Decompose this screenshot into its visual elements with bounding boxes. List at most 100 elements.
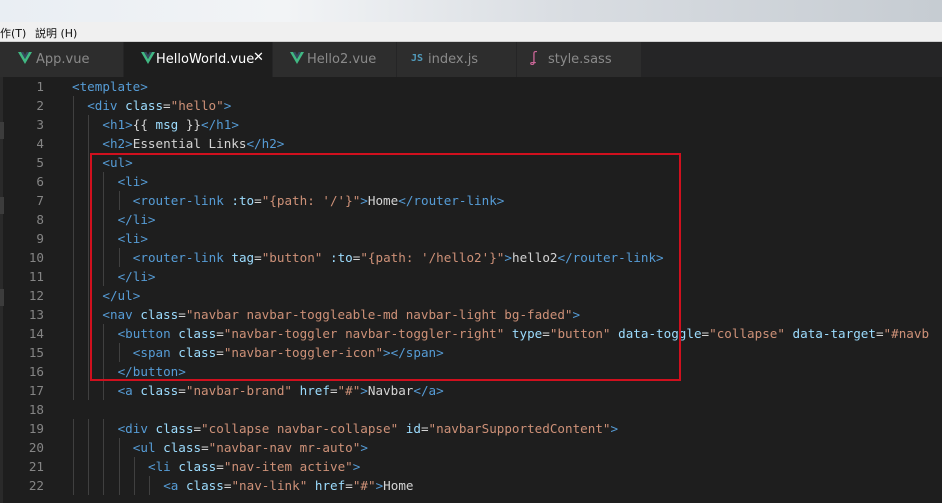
code-token: <ul bbox=[132, 440, 164, 455]
code-line[interactable]: 17 <a class="navbar-brand" href="#">Navba… bbox=[0, 381, 942, 400]
code-token: "hello" bbox=[170, 98, 224, 113]
indent-guide bbox=[133, 457, 135, 476]
code-token: <h2> bbox=[102, 136, 133, 151]
code-token: > bbox=[360, 383, 368, 398]
code-token: = bbox=[193, 421, 202, 436]
code-token: class bbox=[140, 383, 179, 398]
code-token: = bbox=[216, 459, 224, 474]
indent-guide bbox=[73, 96, 74, 115]
line-number: 16 bbox=[28, 364, 44, 379]
code-token: > bbox=[352, 459, 361, 474]
code-line[interactable]: 20 <ul class="navbar-nav mr-auto"> bbox=[0, 438, 942, 457]
indent-guide bbox=[73, 381, 74, 400]
code-token: = bbox=[178, 383, 186, 398]
code-token: class bbox=[155, 421, 194, 436]
menu-bar: 作(T) 説明 (H) bbox=[0, 22, 942, 42]
code-token: Navbar bbox=[367, 383, 414, 398]
tab-bar: App.vue HelloWorld.vue ✕ Hello2.vue JS i… bbox=[0, 42, 942, 77]
indent-guide bbox=[88, 381, 90, 400]
code-editor[interactable]: 1 <template> 2 <div class="hello"> 3 <h1>{{ m… bbox=[0, 77, 942, 503]
code-line[interactable]: 19 <div class="collapse navbar-collapse" … bbox=[0, 419, 942, 438]
code-token: Essential Links bbox=[132, 136, 247, 151]
indent-guide bbox=[88, 419, 90, 438]
code-token: class bbox=[163, 440, 202, 455]
code-token: = bbox=[420, 421, 429, 436]
line-number: 18 bbox=[28, 402, 44, 417]
tab-label: index.js bbox=[428, 52, 479, 67]
menu-item-tools[interactable]: 作(T) bbox=[0, 25, 26, 41]
line-number: 10 bbox=[28, 250, 44, 265]
tab-hello2-vue[interactable]: Hello2.vue bbox=[273, 42, 397, 77]
code-token: "navbar-nav mr-auto" bbox=[208, 440, 361, 455]
indent-guide bbox=[103, 476, 105, 495]
tab-label: HelloWorld.vue bbox=[156, 52, 255, 67]
code-text: <ul class="navbar-nav mr-auto"> bbox=[133, 438, 368, 457]
tab-app-vue[interactable]: App.vue bbox=[0, 42, 124, 77]
tab-label: App.vue bbox=[36, 52, 90, 67]
indent-guide bbox=[73, 191, 74, 210]
code-token: Home bbox=[383, 478, 414, 493]
indent-guide bbox=[149, 476, 150, 495]
line-number: 5 bbox=[36, 155, 44, 170]
line-number: 12 bbox=[28, 288, 44, 303]
code-token: = bbox=[329, 383, 338, 398]
code-token: <div bbox=[87, 98, 126, 113]
indent-guide bbox=[88, 438, 90, 457]
tab-index-js[interactable]: JS index.js bbox=[397, 42, 517, 77]
indent-guide bbox=[73, 343, 74, 362]
code-token: <a bbox=[163, 478, 186, 493]
tab-helloworld-vue[interactable]: HelloWorld.vue ✕ bbox=[124, 42, 273, 77]
code-line[interactable]: 21 <li class="nav-item active"> bbox=[0, 457, 942, 476]
code-line[interactable]: 22 <a class="nav-link" href="#">Home bbox=[0, 476, 942, 495]
code-line[interactable]: 1 <template> bbox=[0, 77, 942, 96]
indent-guide bbox=[73, 115, 74, 134]
code-token: href bbox=[299, 383, 330, 398]
code-token: > bbox=[610, 421, 619, 436]
code-token: "collapse" bbox=[709, 326, 785, 341]
close-icon[interactable]: ✕ bbox=[253, 50, 264, 65]
code-token: </h2> bbox=[246, 136, 285, 151]
code-token: <li bbox=[148, 459, 179, 474]
code-token: <a bbox=[117, 383, 141, 398]
indent-guide bbox=[73, 476, 74, 495]
code-token: > bbox=[223, 98, 232, 113]
menu-item-help[interactable]: 説明 (H) bbox=[35, 25, 77, 41]
code-token: data-target bbox=[792, 326, 876, 341]
indent-guide bbox=[103, 457, 105, 476]
code-line[interactable]: 2 <div class="hello"> bbox=[0, 96, 942, 115]
code-token: href bbox=[314, 478, 346, 493]
code-token: {{ bbox=[132, 117, 156, 132]
line-number: 19 bbox=[28, 421, 44, 436]
code-text: <h1>{{ msg }}</h1> bbox=[102, 115, 239, 134]
code-token: id bbox=[405, 421, 421, 436]
code-text: <li class="nav-item active"> bbox=[148, 457, 360, 476]
indent-guide bbox=[73, 305, 74, 324]
indent-guide bbox=[118, 457, 120, 476]
code-token: "nav-item active" bbox=[223, 459, 353, 474]
line-number: 2 bbox=[36, 98, 44, 113]
line-number: 6 bbox=[36, 174, 44, 189]
indent-guide bbox=[73, 438, 74, 457]
indent-guide bbox=[88, 134, 90, 153]
code-token: = bbox=[163, 98, 171, 113]
code-token: </h1> bbox=[200, 117, 239, 132]
indent-guide bbox=[73, 419, 74, 438]
code-line[interactable]: 3 <h1>{{ msg }}</h1> bbox=[0, 115, 942, 134]
window-background-strip bbox=[0, 0, 942, 22]
code-text: <div class="hello"> bbox=[87, 96, 231, 115]
code-token: "#" bbox=[337, 383, 361, 398]
indent-guide bbox=[73, 153, 74, 172]
code-token: = bbox=[701, 326, 710, 341]
indent-guide bbox=[73, 210, 74, 229]
indent-guide bbox=[103, 381, 105, 400]
code-token: class bbox=[125, 98, 164, 113]
code-token: class bbox=[185, 478, 224, 493]
code-line[interactable]: 18 bbox=[0, 400, 942, 419]
code-token: = bbox=[345, 478, 353, 493]
line-number: 11 bbox=[28, 269, 44, 284]
tab-style-sass[interactable]: ʆ style.sass bbox=[517, 42, 642, 77]
code-line[interactable]: 4 <h2>Essential Links</h2> bbox=[0, 134, 942, 153]
